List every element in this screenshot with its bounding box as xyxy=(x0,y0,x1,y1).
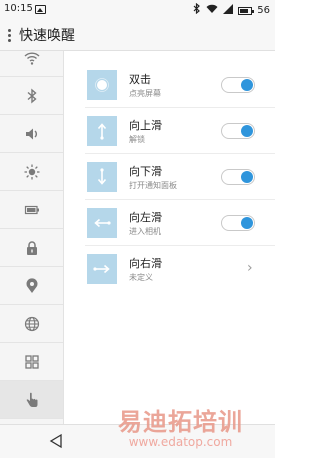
wifi-status-icon xyxy=(206,4,218,18)
double-tap-icon xyxy=(87,70,117,100)
swipe-left-icon xyxy=(87,208,117,238)
bluetooth-icon xyxy=(27,87,37,104)
gesture-row-swipe-right[interactable]: 向右滑 未定义 › xyxy=(65,246,275,292)
app-bar: 快速唤醒 xyxy=(0,20,275,51)
gesture-label: 向下滑 xyxy=(129,165,162,178)
swipe-up-icon xyxy=(87,116,117,146)
gesture-row-swipe-up[interactable]: 向上滑 解锁 xyxy=(65,108,275,154)
navigation-bar xyxy=(0,424,275,458)
swipe-down-toggle[interactable] xyxy=(221,169,255,185)
back-icon[interactable] xyxy=(48,433,64,449)
lock-icon xyxy=(26,240,37,255)
bluetooth-status-icon xyxy=(193,2,201,18)
sidebar-item-brightness[interactable] xyxy=(0,153,63,191)
toggle-knob xyxy=(241,125,253,137)
swipe-left-toggle[interactable] xyxy=(221,215,255,231)
volume-icon xyxy=(25,128,37,139)
sidebar-item-apps[interactable] xyxy=(0,343,63,381)
gesture-label: 向右滑 xyxy=(129,257,162,270)
gesture-row-double-tap[interactable]: 双击 点亮屏幕 xyxy=(65,62,275,108)
page-title: 快速唤醒 xyxy=(19,28,75,44)
battery-status-icon xyxy=(238,6,255,15)
sidebar-item-battery[interactable] xyxy=(0,191,63,229)
status-bar: 10:15 56 xyxy=(0,0,275,20)
sidebar-item-gestures[interactable] xyxy=(0,381,63,419)
gesture-action: 进入相机 xyxy=(129,227,161,236)
gesture-hand-icon xyxy=(26,392,37,407)
wifi-icon xyxy=(24,51,39,65)
location-icon xyxy=(26,277,37,293)
gesture-action: 解锁 xyxy=(129,135,145,144)
gesture-action: 点亮屏幕 xyxy=(129,89,161,98)
double-tap-toggle[interactable] xyxy=(221,77,255,93)
toggle-knob xyxy=(241,217,253,229)
settings-sidebar xyxy=(0,51,64,424)
gesture-action: 未定义 xyxy=(129,273,153,282)
swipe-right-icon xyxy=(87,254,117,284)
toggle-knob xyxy=(241,79,253,91)
gesture-row-swipe-down[interactable]: 向下滑 打开通知面板 xyxy=(65,154,275,200)
swipe-up-toggle[interactable] xyxy=(221,123,255,139)
gesture-label: 双击 xyxy=(129,73,151,86)
signal-status-icon xyxy=(223,3,234,18)
globe-icon xyxy=(24,316,39,331)
gesture-label: 向左滑 xyxy=(129,211,162,224)
gesture-label: 向上滑 xyxy=(129,119,162,132)
battery-level: 56 xyxy=(257,5,270,16)
gesture-settings-list: 双击 点亮屏幕 向上滑 解锁 向下滑 打开通知面板 向左滑 进入相机 向右滑 未… xyxy=(65,51,275,424)
sidebar-item-wifi[interactable] xyxy=(0,51,63,77)
sidebar-item-location[interactable] xyxy=(0,267,63,305)
brightness-icon xyxy=(24,164,39,179)
battery-icon xyxy=(24,205,39,214)
gesture-action: 打开通知面板 xyxy=(129,181,177,190)
grid-icon xyxy=(24,354,39,369)
swipe-down-icon xyxy=(87,162,117,192)
toggle-knob xyxy=(241,171,253,183)
overflow-menu-icon[interactable] xyxy=(8,28,11,42)
image-notification-icon xyxy=(35,5,46,14)
chevron-right-icon[interactable]: › xyxy=(247,260,253,276)
sidebar-item-volume[interactable] xyxy=(0,115,63,153)
sidebar-item-lock[interactable] xyxy=(0,229,63,267)
gesture-row-swipe-left[interactable]: 向左滑 进入相机 xyxy=(65,200,275,246)
sidebar-item-bluetooth[interactable] xyxy=(0,77,63,115)
sidebar-item-language[interactable] xyxy=(0,305,63,343)
status-time: 10:15 xyxy=(4,3,33,14)
